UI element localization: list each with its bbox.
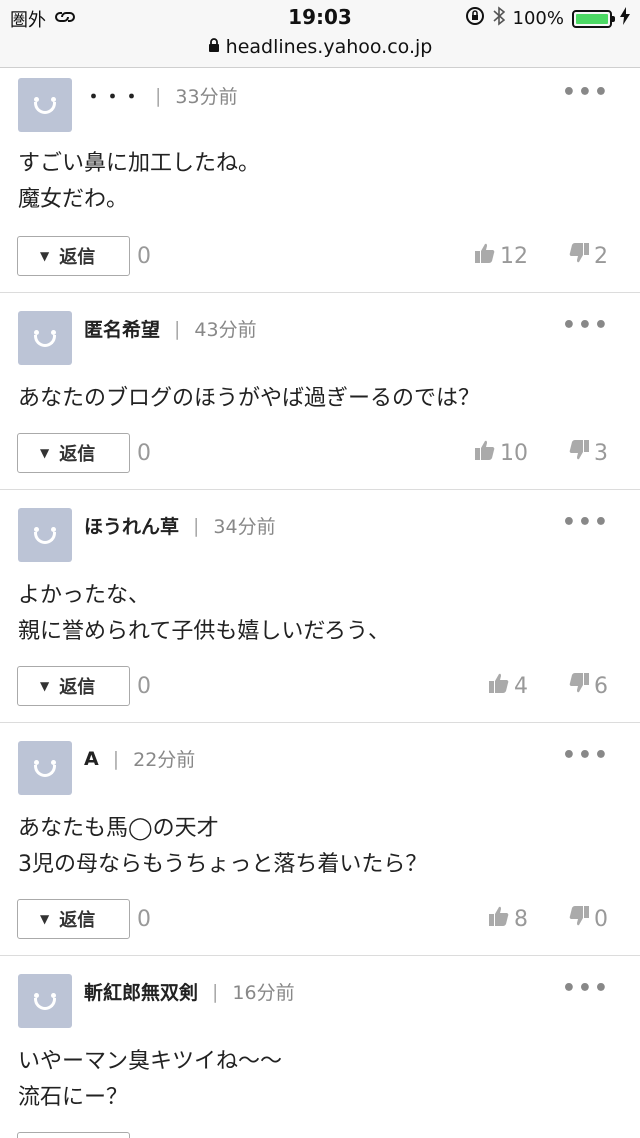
- comment-meta: ・・・ | 33分前: [84, 82, 238, 109]
- user-name[interactable]: ・・・: [84, 82, 141, 109]
- rotation-lock-icon: [465, 6, 485, 31]
- like-count: 8: [514, 906, 528, 932]
- comment-text: いやーマン臭キツイね〜〜 流石にー？: [18, 1049, 283, 1110]
- like-count: 4: [514, 673, 528, 699]
- reply-button[interactable]: ▼ 返信: [17, 899, 130, 939]
- meta-separator: |: [174, 317, 181, 340]
- comment-item: 斬紅郎無双剣 | 16分前 ••• いやーマン臭キツイね〜〜 流石にー？ ▼返信: [0, 956, 640, 1138]
- comment-time: 22分前: [133, 749, 196, 771]
- comment-text: あなたも馬◯の天才 3児の母ならもうちょっと落ち着いたら？: [18, 816, 428, 877]
- comment-time: 16分前: [232, 982, 295, 1004]
- bluetooth-icon: [492, 6, 505, 31]
- comment-time: 34分前: [213, 516, 276, 538]
- reply-count: 0: [137, 907, 151, 932]
- comment-text: すごい鼻に加工したね。 魔女だわ。: [18, 151, 261, 212]
- more-options-icon[interactable]: •••: [562, 510, 610, 535]
- like-button[interactable]: 12: [474, 242, 528, 270]
- avatar[interactable]: [18, 508, 72, 562]
- reply-label: 返信: [59, 444, 96, 465]
- lock-icon: [208, 38, 220, 56]
- dislike-button[interactable]: 3: [568, 439, 608, 467]
- url-text: headlines.yahoo.co.jp: [225, 36, 433, 58]
- dislike-button[interactable]: 2: [568, 242, 608, 270]
- caret-down-icon: ▼: [40, 679, 50, 693]
- reply-label: 返信: [59, 677, 96, 698]
- dislike-button[interactable]: 6: [568, 672, 608, 700]
- caret-down-icon: ▼: [40, 912, 50, 926]
- vote-area: 10 3: [474, 439, 608, 467]
- caret-down-icon: ▼: [40, 446, 50, 460]
- like-count: 12: [500, 243, 528, 269]
- more-options-icon[interactable]: •••: [562, 976, 610, 1001]
- avatar[interactable]: [18, 974, 72, 1028]
- reply-label: 返信: [59, 247, 96, 268]
- dislike-count: 0: [594, 906, 608, 932]
- comment-time: 43分前: [194, 319, 257, 341]
- dislike-count: 6: [594, 673, 608, 699]
- like-count: 10: [500, 440, 528, 466]
- comment-list: ・・・ | 33分前 ••• すごい鼻に加工したね。 魔女だわ。 ▼ 返信 0 12 2 匿名希望 |…: [0, 68, 640, 1138]
- dislike-count: 2: [594, 243, 608, 269]
- comment-meta: 斬紅郎無双剣 | 16分前: [84, 978, 295, 1005]
- meta-separator: |: [212, 980, 219, 1003]
- vote-area: 12 2: [474, 242, 608, 270]
- comment-item: ほうれん草 | 34分前 ••• よかったな、 親に誉められて子供も嬉しいだろう、 ▼ 返信…: [0, 490, 640, 723]
- thumbs-down-icon: [568, 905, 590, 933]
- reply-label: 返信: [59, 910, 96, 931]
- user-name[interactable]: 匿名希望: [84, 315, 160, 342]
- reply-button[interactable]: ▼ 返信: [17, 236, 130, 276]
- meta-separator: |: [112, 747, 120, 770]
- meta-separator: |: [193, 514, 200, 537]
- like-button[interactable]: 4: [488, 672, 528, 700]
- like-button[interactable]: 10: [474, 439, 528, 467]
- avatar[interactable]: [18, 78, 72, 132]
- thumbs-up-icon: [488, 905, 510, 933]
- reply-count: 0: [137, 244, 151, 269]
- url-bar[interactable]: headlines.yahoo.co.jp: [0, 36, 640, 68]
- user-name[interactable]: ほうれん草: [84, 512, 179, 539]
- comment-text: あなたのブログのほうがやば過ぎーるのでは？: [18, 386, 481, 411]
- vote-area: 46: [488, 672, 608, 700]
- dislike-button[interactable]: 0: [568, 905, 608, 933]
- reply-button[interactable]: ▼返信: [17, 1132, 130, 1138]
- user-name[interactable]: 斬紅郎無双剣: [84, 978, 198, 1005]
- thumbs-down-icon: [568, 439, 590, 467]
- comment-time: 33分前: [175, 86, 238, 108]
- user-name[interactable]: A: [84, 748, 99, 770]
- like-button[interactable]: 8: [488, 905, 528, 933]
- more-options-icon[interactable]: •••: [562, 743, 610, 768]
- comment-item: A | 22分前 ••• あなたも馬◯の天才 3児の母ならもうちょっと落ち着いたら？ ▼ 返…: [0, 723, 640, 956]
- charging-icon: [620, 7, 630, 30]
- comment-item: 匿名希望 | 43分前 ••• あなたのブログのほうがやば過ぎーるのでは？ ▼ 返信 0 10 3: [0, 293, 640, 490]
- battery-level: [576, 13, 608, 24]
- comment-text: よかったな、 親に誉められて子供も嬉しいだろう、: [18, 583, 391, 644]
- avatar[interactable]: [18, 311, 72, 365]
- meta-separator: |: [155, 84, 162, 107]
- more-options-icon[interactable]: •••: [562, 313, 610, 338]
- avatar[interactable]: [18, 741, 72, 795]
- comment-meta: 匿名希望 | 43分前: [84, 315, 257, 342]
- thumbs-down-icon: [568, 242, 590, 270]
- comment-meta: A | 22分前: [84, 745, 195, 772]
- comment-item: ・・・ | 33分前 ••• すごい鼻に加工したね。 魔女だわ。 ▼ 返信 0 12 2: [0, 68, 640, 293]
- reply-count: 0: [137, 674, 151, 699]
- thumbs-up-icon: [474, 242, 496, 270]
- more-options-icon[interactable]: •••: [562, 80, 610, 105]
- thumbs-up-icon: [488, 672, 510, 700]
- thumbs-down-icon: [568, 672, 590, 700]
- battery-percent: 100%: [512, 8, 564, 29]
- status-right: 100%: [465, 6, 630, 31]
- reply-button[interactable]: ▼ 返信: [17, 666, 130, 706]
- dislike-count: 3: [594, 440, 608, 466]
- battery-icon: [572, 9, 615, 28]
- vote-area: 80: [488, 905, 608, 933]
- caret-down-icon: ▼: [40, 249, 50, 263]
- reply-count: 0: [137, 441, 151, 466]
- comment-meta: ほうれん草 | 34分前: [84, 512, 276, 539]
- thumbs-up-icon: [474, 439, 496, 467]
- reply-button[interactable]: ▼ 返信: [17, 433, 130, 473]
- status-bar: 圏外 19:03 100%: [0, 0, 640, 36]
